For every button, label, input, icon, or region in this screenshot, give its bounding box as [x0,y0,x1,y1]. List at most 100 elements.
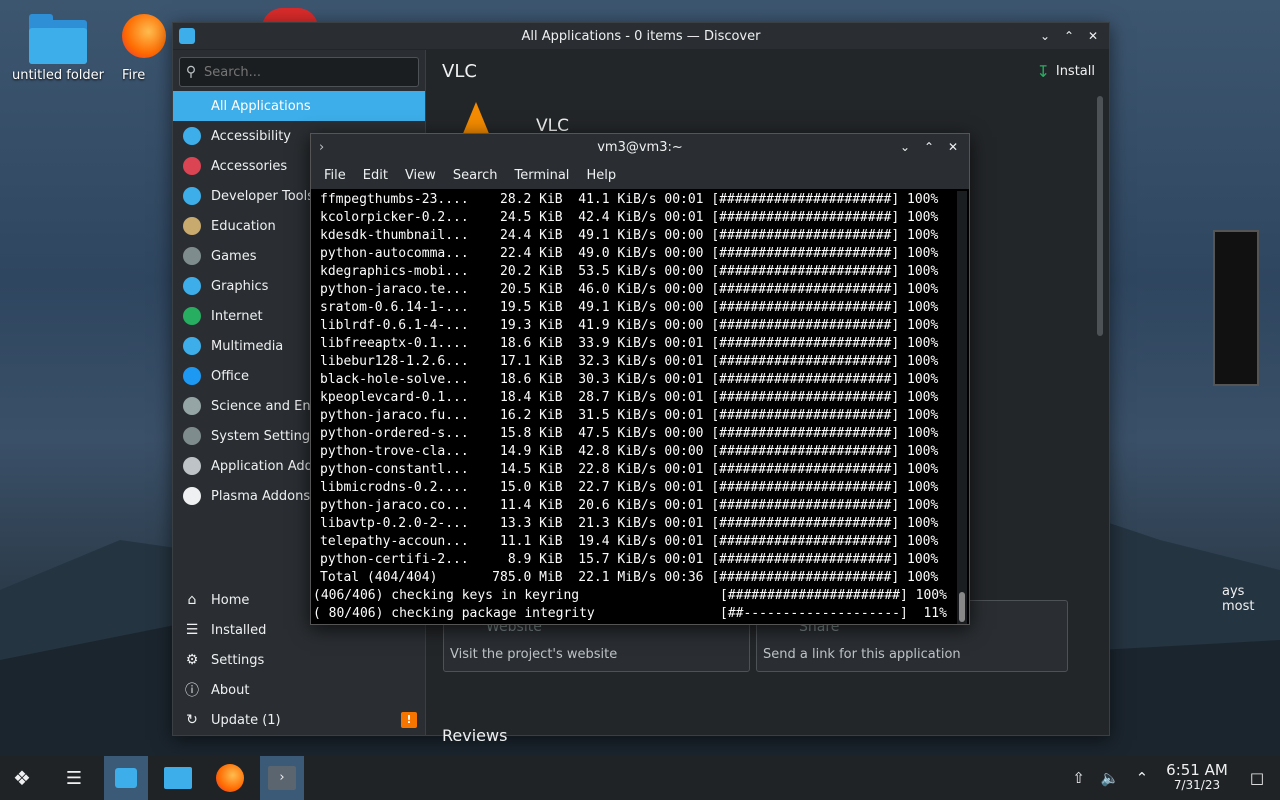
description-text: ays most [1222,584,1255,614]
category-label: System Settings [211,428,317,444]
app-screenshot[interactable] [1213,230,1259,386]
installed-icon: ☰ [185,622,199,638]
office-icon [183,367,201,385]
nav-update[interactable]: ↻ Update (1)! [173,705,425,735]
application-launcher[interactable]: ❖ [0,756,44,800]
terminal-line: Total (404/404) 785.0 MiB 22.1 MiB/s 00:… [320,570,939,585]
task-settings[interactable]: ☰ [52,756,96,800]
terminal-menubar: File Edit View Search Terminal Help [311,161,969,189]
terminal-app-icon: › [319,140,325,155]
firefox-icon [122,14,166,58]
minimize-button[interactable]: ⌄ [895,137,915,157]
terminal-line: python-certifi-2... 8.9 KiB 15.7 KiB/s 0… [320,552,939,567]
terminal-line: kdegraphics-mobi... 20.2 KiB 53.5 KiB/s … [320,264,939,279]
category-label: Internet [211,308,263,324]
category-label: Multimedia [211,338,284,354]
install-button[interactable]: ↧ Install [1036,62,1095,81]
update-icon: ↻ [186,712,198,728]
nav-settings[interactable]: ⚙ Settings [173,645,425,675]
accessibility-icon [183,127,201,145]
terminal-title: vm3@vm3:~ [597,140,683,155]
grid-icon [183,97,201,115]
share-card-desc: Send a link for this application [763,647,961,662]
developer-icon [183,187,201,205]
category-label: Games [211,248,257,264]
education-icon [183,217,201,235]
toolbox-icon [183,157,201,175]
taskbar: ❖ ☰ › ⇧ 🔈 ⌃ 6:51 AM 7/31/23 □ [0,756,1280,800]
task-dolphin[interactable] [156,756,200,800]
vlc-icon [462,102,490,136]
task-discover[interactable] [104,756,148,800]
clock[interactable]: 6:51 AM 7/31/23 [1166,763,1228,793]
terminal-titlebar[interactable]: › vm3@vm3:~ ⌄ ⌃ ✕ [311,134,969,161]
reviews-heading: Reviews [442,726,508,745]
multimedia-icon [183,337,201,355]
menu-file[interactable]: File [320,168,350,183]
clock-time: 6:51 AM [1166,761,1228,779]
nav-about[interactable]: ⓘ About [173,675,425,705]
clock-date: 7/31/23 [1173,778,1221,792]
category-label: Science and Eng [211,398,319,414]
system-tray: ⇧ 🔈 ⌃ 6:51 AM 7/31/23 □ [1064,756,1280,800]
menu-help[interactable]: Help [582,168,620,183]
page-scrollbar[interactable] [1097,96,1103,336]
nav-label: Settings [211,652,265,668]
scrollbar-thumb[interactable] [959,592,965,622]
task-firefox[interactable] [208,756,252,800]
globe-icon [183,307,201,325]
maximize-button[interactable]: ⌃ [1059,26,1079,46]
category-label: All Applications [211,98,311,114]
nav-label: Home [211,592,250,608]
nav-label: Update (1) [211,712,281,728]
science-icon [183,397,201,415]
firefox-icon [216,764,244,792]
category-label: Accessories [211,158,288,174]
minimize-button[interactable]: ⌄ [1035,26,1055,46]
menu-view[interactable]: View [401,168,440,183]
menu-edit[interactable]: Edit [359,168,392,183]
terminal-line: libavtp-0.2.0-2-... 13.3 KiB 21.3 KiB/s … [320,516,939,531]
terminal-scrollbar[interactable] [957,191,967,624]
settings-icon [183,427,201,445]
info-icon: ⓘ [185,683,199,699]
sliders-icon: ☰ [65,767,83,789]
search-field[interactable]: ⚲ [179,57,419,87]
terminal-line: libebur128-1.2.6... 17.1 KiB 32.3 KiB/s … [320,354,939,369]
terminal-line: python-jaraco.fu... 16.2 KiB 31.5 KiB/s … [320,408,939,423]
graphics-icon [183,277,201,295]
volume-muted-icon[interactable]: 🔈 [1101,769,1120,787]
settings-icon: ⚙ [185,652,199,668]
category-label: Developer Tools [211,188,315,204]
task-terminal[interactable]: › [260,756,304,800]
desktop-folder-untitled[interactable]: untitled folder [8,14,108,83]
terminal-line: kdesdk-thumbnail... 24.4 KiB 49.1 KiB/s … [320,228,939,243]
launcher-icon: ❖ [13,766,31,790]
close-button[interactable]: ✕ [943,137,963,157]
tray-expand-icon[interactable]: ⌃ [1136,769,1149,787]
menu-terminal[interactable]: Terminal [510,168,573,183]
search-input[interactable] [202,63,406,81]
website-card-desc: Visit the project's website [450,647,618,662]
terminal-output[interactable]: ffmpegthumbs-23.... 28.2 KiB 41.1 KiB/s … [313,191,955,624]
category-label: Education [211,218,276,234]
page-title: VLC [442,60,477,82]
search-icon: ⚲ [185,64,197,80]
plasma-icon [183,487,201,505]
updates-icon[interactable]: ⇧ [1072,769,1085,787]
discover-app-icon [179,28,195,44]
show-desktop-icon[interactable]: □ [1250,769,1264,787]
maximize-button[interactable]: ⌃ [919,137,939,157]
discover-titlebar[interactable]: All Applications - 0 items — Discover ⌄ … [173,23,1109,49]
desktop-icon-label: Fire [122,68,146,83]
terminal-line: libmicrodns-0.2.... 15.0 KiB 22.7 KiB/s … [320,480,939,495]
close-button[interactable]: ✕ [1083,26,1103,46]
menu-search[interactable]: Search [449,168,502,183]
desktop-firefox[interactable]: Fire [122,14,172,83]
terminal-icon: › [268,766,296,790]
category-all-applications[interactable]: All Applications [173,91,425,121]
category-label: Office [211,368,249,384]
discover-icon [115,768,137,788]
download-icon: ↧ [1036,62,1050,81]
terminal-status-line: (406/406) checking keys in keyring [####… [313,588,947,603]
